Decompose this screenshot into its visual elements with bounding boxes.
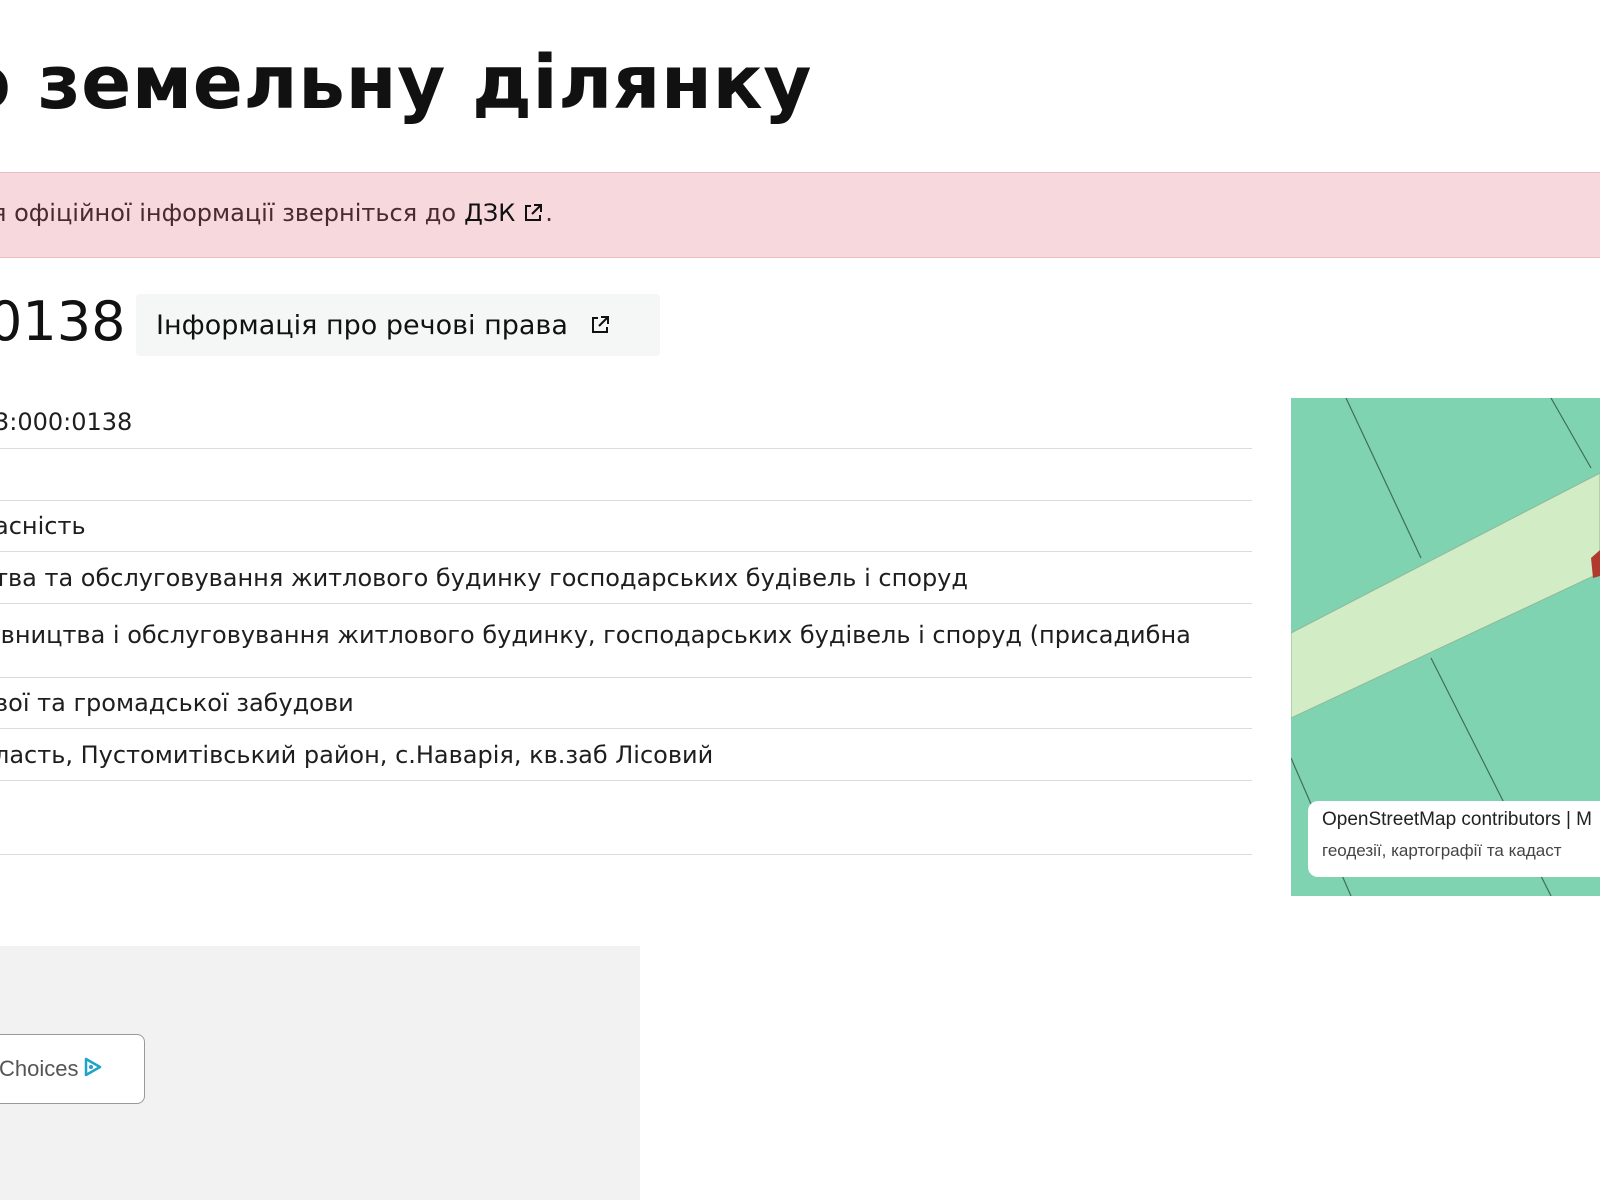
info-row	[0, 781, 1252, 855]
info-row-usage: івництва і обслуговування житлового буди…	[0, 604, 1252, 678]
parcel-info-table: 3:000:0138 асність тва та обслуговування…	[0, 395, 1252, 855]
adchoices-icon	[82, 1056, 104, 1082]
adchoices-label: Choices	[0, 1056, 79, 1081]
property-rights-label: Інформація про речові права	[156, 309, 568, 341]
info-row-category: вої та громадської забудови	[0, 678, 1252, 729]
info-row-address: ласть, Пустомитівський район, с.Наварія,…	[0, 729, 1252, 781]
external-link-icon	[523, 203, 543, 223]
alert-text-row: я офіційної інформації зверніться до ДЗК…	[0, 199, 553, 227]
info-row-cadastral-number: 3:000:0138	[0, 395, 1252, 449]
dzk-link-label: ДЗК	[464, 199, 516, 227]
dzk-link[interactable]: ДЗК	[464, 199, 543, 227]
info-row-purpose: тва та обслуговування житлового будинку …	[0, 552, 1252, 604]
adchoices-button[interactable]: Choices	[0, 1034, 145, 1104]
info-alert: я офіційної інформації зверніться до ДЗК…	[0, 172, 1600, 258]
ad-container: Choices	[0, 946, 640, 1200]
map-attribution-cadastre: геодезії, картографії та кадаст	[1322, 841, 1562, 860]
external-link-icon	[590, 315, 610, 335]
alert-suffix: .	[545, 199, 553, 227]
alert-message: я офіційної інформації зверніться до	[0, 199, 457, 227]
info-row-ownership: асність	[0, 501, 1252, 552]
map-attribution-osm[interactable]: OpenStreetMap contributors | M	[1322, 809, 1600, 831]
parcel-map[interactable]: OpenStreetMap contributors | M геодезії,…	[1291, 398, 1600, 896]
property-rights-button[interactable]: Інформація про речові права	[136, 294, 660, 356]
parcel-number: 0138	[0, 290, 126, 353]
page: о земельну ділянку я офіційної інформаці…	[0, 0, 1600, 1200]
map-attribution: OpenStreetMap contributors | M геодезії,…	[1308, 801, 1600, 877]
page-title: о земельну ділянку	[0, 40, 813, 126]
info-row	[0, 449, 1252, 501]
